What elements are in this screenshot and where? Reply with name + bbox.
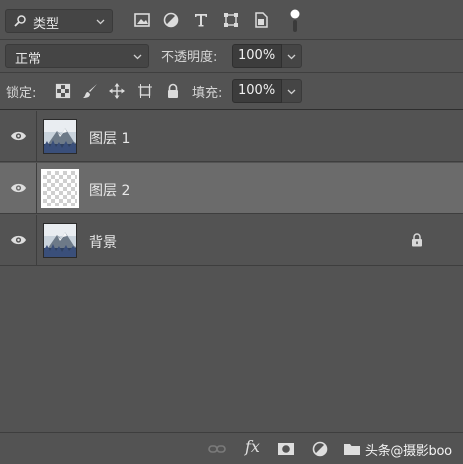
fill-dropdown-button[interactable] <box>282 79 302 103</box>
transparent-thumbnail <box>43 171 77 206</box>
visibility-toggle[interactable] <box>0 215 37 266</box>
layers-panel: 类型 正常 不透明度: 100% 锁定: 填充: 100% 图层 1 图层 2 … <box>0 0 463 464</box>
lock-icon[interactable] <box>411 233 423 247</box>
lock-all-icon[interactable] <box>165 83 181 99</box>
link-layers-icon[interactable] <box>208 441 226 457</box>
chevron-down-icon <box>133 54 142 60</box>
lock-image-pixels-icon[interactable] <box>82 83 98 99</box>
lock-transparent-pixels-icon[interactable] <box>55 83 71 99</box>
filter-toggle-icon[interactable] <box>289 9 301 33</box>
layer-filter-bar: 类型 <box>0 0 463 40</box>
eye-icon <box>11 131 26 141</box>
fill-label: 填充: <box>192 86 223 101</box>
lock-position-icon[interactable] <box>109 83 125 99</box>
eye-icon <box>11 235 26 245</box>
layer-row-layer-1[interactable]: 图层 1 <box>0 111 463 162</box>
blend-opacity-bar: 正常 不透明度: 100% <box>0 41 463 73</box>
chevron-down-icon <box>287 54 296 60</box>
watermark-text: 头条@摄影boo <box>365 444 452 459</box>
layer-thumbnail <box>43 223 77 258</box>
new-group-icon[interactable] <box>343 441 361 457</box>
smart-object-filter-icon[interactable] <box>252 11 270 29</box>
opacity-label: 不透明度: <box>161 50 218 65</box>
layer-name: 图层 1 <box>89 131 131 147</box>
layers-footer-toolbar: fx 头条@摄影boo <box>0 432 463 464</box>
image-filter-icon[interactable] <box>133 11 151 29</box>
eye-icon <box>11 183 26 193</box>
layer-style-fx-icon[interactable]: fx <box>245 437 260 456</box>
layer-row-layer-2[interactable]: 图层 2 <box>0 163 463 214</box>
search-icon <box>14 15 26 27</box>
adjustment-layer-icon[interactable] <box>311 441 329 457</box>
filter-kind-label: 类型 <box>33 17 60 32</box>
blend-mode-label: 正常 <box>15 52 42 67</box>
blend-mode-select[interactable]: 正常 <box>5 44 149 68</box>
lock-label: 锁定: <box>6 86 37 101</box>
visibility-toggle[interactable] <box>0 163 37 214</box>
opacity-dropdown-button[interactable] <box>282 44 302 68</box>
type-filter-icon[interactable] <box>192 11 210 29</box>
chevron-down-icon <box>96 19 105 25</box>
layer-thumbnail <box>43 119 77 154</box>
visibility-toggle[interactable] <box>0 111 37 162</box>
filter-kind-select[interactable]: 类型 <box>5 9 113 33</box>
chevron-down-icon <box>287 89 296 95</box>
lock-artboard-icon[interactable] <box>137 83 153 99</box>
lock-fill-bar: 锁定: 填充: 100% <box>0 74 463 110</box>
layer-row-background[interactable]: 背景 <box>0 215 463 266</box>
opacity-field[interactable]: 100% <box>232 44 282 68</box>
fill-field[interactable]: 100% <box>232 79 282 103</box>
landscape-thumbnail-icon <box>44 224 76 257</box>
shape-filter-icon[interactable] <box>222 11 240 29</box>
add-mask-icon[interactable] <box>277 441 295 457</box>
landscape-thumbnail-icon <box>44 120 76 153</box>
layer-name: 图层 2 <box>89 183 131 199</box>
adjustment-filter-icon[interactable] <box>162 11 180 29</box>
layers-list: 图层 1 图层 2 背景 <box>0 111 463 431</box>
layer-thumbnail <box>41 169 79 208</box>
layer-name: 背景 <box>89 235 117 251</box>
